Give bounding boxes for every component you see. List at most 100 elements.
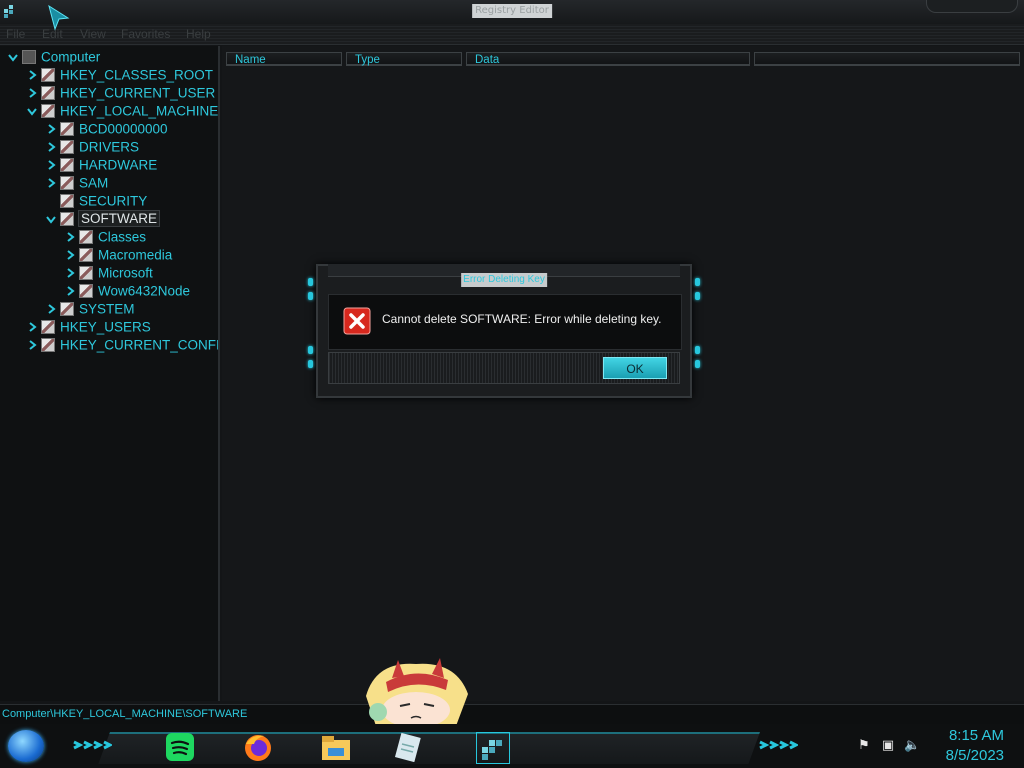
folder-key-icon: [60, 176, 74, 191]
led-left-1: [308, 278, 313, 286]
tree-node[interactable]: HKEY_USERS: [27, 318, 151, 336]
expand-arrow-icon[interactable]: [46, 160, 56, 171]
error-icon: [343, 307, 371, 335]
led-left-4: [308, 360, 313, 368]
tree-node-label: BCD00000000: [79, 121, 168, 137]
tree-node-label: Macromedia: [98, 247, 173, 263]
folder-key-icon: [79, 230, 93, 245]
tree-node[interactable]: SYSTEM: [46, 300, 135, 318]
expand-arrow-icon[interactable]: [27, 70, 37, 81]
dialog-content: Cannot delete SOFTWARE: Error while dele…: [328, 294, 682, 350]
taskbar-rail: [98, 732, 760, 764]
expand-arrow-icon[interactable]: [65, 232, 75, 243]
column-name[interactable]: Name: [226, 52, 342, 66]
expand-arrow-icon[interactable]: [46, 178, 56, 189]
file-explorer-icon[interactable]: [320, 732, 352, 762]
menu-favorites[interactable]: Favorites: [121, 27, 170, 41]
expand-arrow-icon[interactable]: [65, 286, 75, 297]
tree-node[interactable]: SOFTWARE: [46, 210, 160, 228]
volume-icon[interactable]: 🔈: [904, 738, 920, 754]
column-empty: [754, 52, 1020, 66]
tree-node-label: SECURITY: [79, 193, 148, 209]
tree-node[interactable]: Computer: [8, 48, 100, 66]
folder-key-icon: [41, 338, 55, 353]
tree-node[interactable]: SECURITY: [46, 192, 147, 210]
led-right-3: [695, 346, 700, 354]
tree-node-label: HKEY_CURRENT_CONFI: [60, 337, 220, 353]
taskbar-chevron-left-icon: [73, 740, 112, 750]
led-right-2: [695, 292, 700, 300]
key-tree[interactable]: Computer HKEY_CLASSES_ROOT HKEY_CURRENT_US…: [0, 46, 220, 701]
tree-node[interactable]: HKEY_CLASSES_ROOT: [27, 66, 213, 84]
cartoon-character-image: [366, 658, 468, 726]
tree-node-label: HARDWARE: [79, 157, 158, 173]
expand-arrow-icon[interactable]: [65, 250, 75, 261]
tree-node-label: Microsoft: [98, 265, 153, 281]
column-type[interactable]: Type: [346, 52, 462, 66]
menu-file[interactable]: File: [6, 27, 25, 41]
expand-arrow-icon[interactable]: [46, 304, 56, 315]
spotify-icon[interactable]: [164, 732, 196, 762]
title-bar: Registry Editor: [0, 0, 1024, 25]
led-left-2: [308, 292, 313, 300]
collapse-arrow-icon[interactable]: [8, 52, 18, 63]
tree-node[interactable]: Macromedia: [65, 246, 172, 264]
expand-arrow-icon[interactable]: [46, 124, 56, 135]
registry-editor-icon[interactable]: [476, 732, 510, 764]
ok-button[interactable]: OK: [603, 357, 667, 379]
tree-node[interactable]: HARDWARE: [46, 156, 157, 174]
expand-arrow-icon[interactable]: [27, 340, 37, 351]
expand-arrow-icon[interactable]: [27, 322, 37, 333]
tree-node[interactable]: Classes: [65, 228, 146, 246]
folder-key-icon: [41, 104, 55, 119]
registry-editor-icon[interactable]: [2, 3, 18, 19]
tree-node[interactable]: BCD00000000: [46, 120, 168, 138]
collapse-arrow-icon[interactable]: [46, 214, 56, 225]
tree-node-label: DRIVERS: [79, 139, 140, 155]
folder-key-icon: [79, 266, 93, 281]
notepad-icon[interactable]: [392, 732, 424, 762]
clock-date[interactable]: 8/5/2023: [946, 747, 1004, 764]
tree-node[interactable]: DRIVERS: [46, 138, 139, 156]
dialog-title: Error Deleting Key: [461, 273, 547, 287]
tree-node[interactable]: Microsoft: [65, 264, 153, 282]
tree-node-label: SOFTWARE: [78, 210, 160, 228]
mouse-cursor-icon: [48, 4, 70, 31]
menu-view[interactable]: View: [80, 27, 106, 41]
clock-time[interactable]: 8:15 AM: [949, 727, 1004, 744]
taskbar-chevron-right-icon: [759, 740, 798, 750]
error-dialog: Error Deleting Key Cannot delete SOFTWAR…: [306, 264, 702, 398]
tree-node-label: HKEY_USERS: [60, 319, 151, 335]
status-bar: Computer\HKEY_LOCAL_MACHINE\SOFTWARE: [0, 704, 1024, 725]
tree-node[interactable]: HKEY_LOCAL_MACHINE: [27, 102, 218, 120]
tree-node-label: HKEY_CLASSES_ROOT: [60, 67, 214, 83]
folder-key-icon: [41, 86, 55, 101]
action-center-flag-icon[interactable]: ⚑: [856, 738, 872, 754]
firefox-icon[interactable]: [242, 732, 274, 762]
tree-node[interactable]: HKEY_CURRENT_USER: [27, 84, 215, 102]
tree-node[interactable]: Wow6432Node: [65, 282, 190, 300]
collapse-arrow-icon[interactable]: [27, 106, 37, 117]
window-controls[interactable]: [926, 0, 1018, 13]
tree-node-label: Computer: [41, 49, 101, 65]
expand-arrow-icon[interactable]: [27, 88, 37, 99]
led-right-4: [695, 360, 700, 368]
error-message: Cannot delete SOFTWARE: Error while dele…: [382, 312, 662, 326]
led-right-1: [695, 278, 700, 286]
current-key-path: Computer\HKEY_LOCAL_MACHINE\SOFTWARE: [2, 708, 248, 720]
tree-node-label: HKEY_CURRENT_USER: [60, 85, 216, 101]
folder-key-icon: [41, 68, 55, 83]
column-data[interactable]: Data: [466, 52, 750, 66]
start-button[interactable]: [8, 730, 44, 762]
tree-node-label: HKEY_LOCAL_MACHINE: [60, 103, 219, 119]
expand-arrow-icon[interactable]: [65, 268, 75, 279]
tree-node[interactable]: SAM: [46, 174, 108, 192]
tree-node-label: Classes: [98, 229, 147, 245]
folder-key-icon: [60, 158, 74, 173]
tree-node[interactable]: HKEY_CURRENT_CONFI: [27, 336, 220, 354]
window-title: Registry Editor: [472, 4, 552, 18]
tree-node-label: SYSTEM: [79, 301, 135, 317]
menu-help[interactable]: Help: [186, 27, 211, 41]
network-icon[interactable]: ▣: [880, 738, 896, 754]
expand-arrow-icon[interactable]: [46, 142, 56, 153]
